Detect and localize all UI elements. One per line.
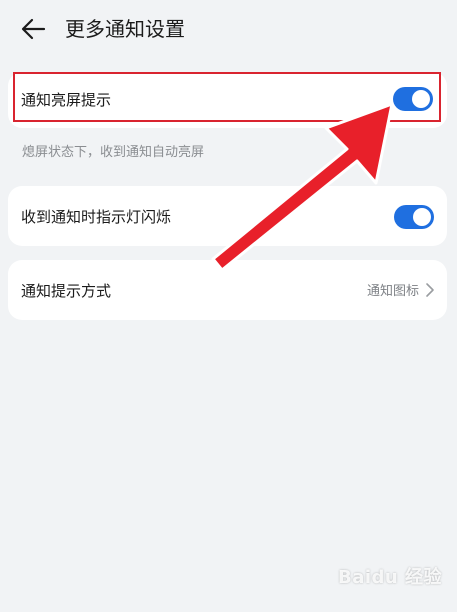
screen-wake-label: 通知亮屏提示 <box>21 91 112 109</box>
toggle-knob <box>413 208 431 226</box>
notify-style-card[interactable]: 通知提示方式 通知图标 <box>8 260 447 320</box>
screen-wake-hint: 熄屏状态下，收到通知自动亮屏 <box>22 145 205 160</box>
screen-wake-card: 通知亮屏提示 <box>8 72 447 128</box>
indicator-light-card: 收到通知时指示灯闪烁 <box>8 186 447 246</box>
notify-style-value-text: 通知图标 <box>366 284 419 299</box>
toggle-knob <box>412 90 430 108</box>
indicator-light-label: 收到通知时指示灯闪烁 <box>21 208 172 226</box>
indicator-light-toggle[interactable] <box>394 205 434 229</box>
arrow-left-icon[interactable] <box>18 14 48 44</box>
header: 更多通知设置 <box>0 0 457 58</box>
chevron-right-icon <box>426 282 434 297</box>
page-title: 更多通知设置 <box>65 17 185 41</box>
notify-style-label: 通知提示方式 <box>21 282 112 300</box>
notify-style-value[interactable]: 通知图标 <box>367 280 435 299</box>
watermark: Baidu 经验 <box>338 567 443 588</box>
screen-wake-toggle[interactable] <box>393 87 433 111</box>
